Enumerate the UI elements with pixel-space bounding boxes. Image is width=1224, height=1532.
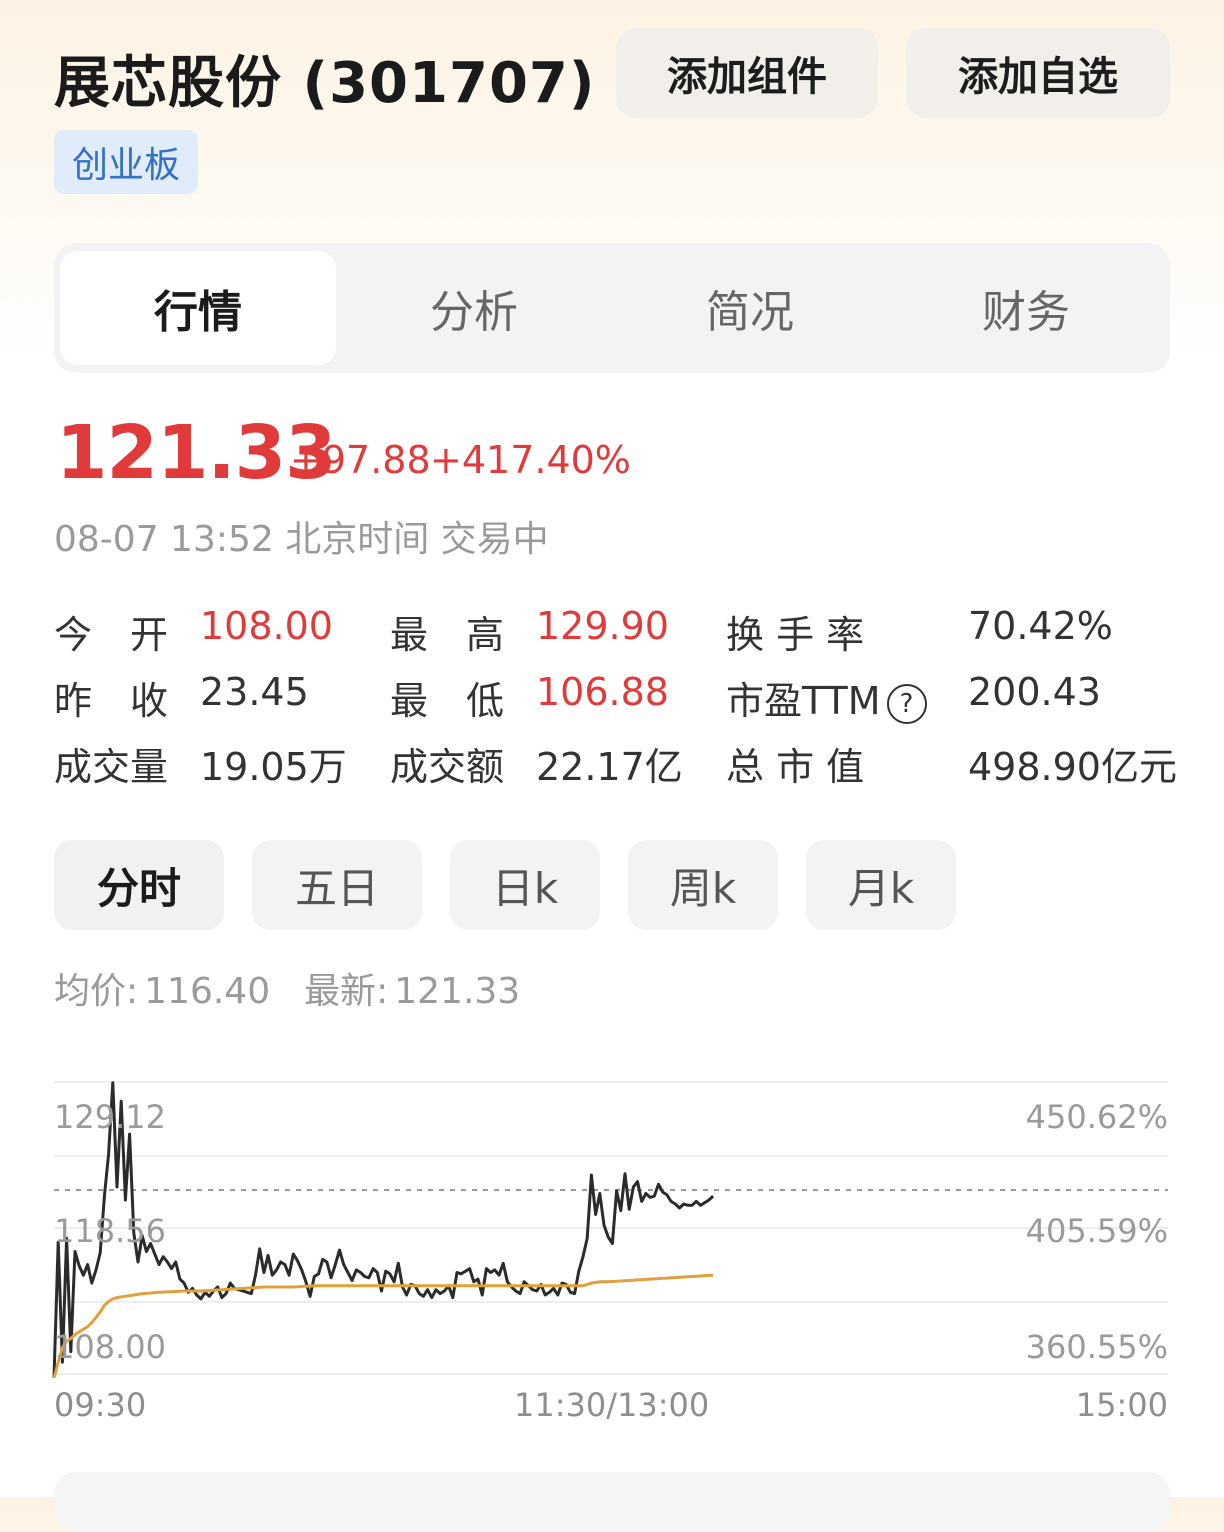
pe-ttm-text: 市盈TTM <box>726 679 881 723</box>
period-tab-monthly-k[interactable]: 月k <box>806 840 956 930</box>
add-watchlist-button[interactable]: 添加自选 <box>906 28 1170 118</box>
period-tab-five-day[interactable]: 五日 <box>252 840 422 930</box>
high-value: 129.90 <box>536 604 669 648</box>
open-value: 108.00 <box>200 604 333 648</box>
turnover-label: 换 手 率 <box>726 613 865 657</box>
tab-quote[interactable]: 行情 <box>60 251 336 365</box>
y-right-tick-top: 450.62% <box>1025 1098 1168 1136</box>
turnover-value: 70.42% <box>968 604 1113 648</box>
period-tab-intraday[interactable]: 分时 <box>54 840 224 930</box>
tab-profile[interactable]: 简况 <box>612 251 888 365</box>
period-tab-daily-k[interactable]: 日k <box>450 840 600 930</box>
y-left-tick-top: 129.12 <box>54 1098 166 1136</box>
avg-price-value: 116.40 <box>144 971 271 1012</box>
volume-value: 19.05万 <box>200 745 347 789</box>
amount-label: 成交额 <box>390 745 505 789</box>
price-change: +97.88 <box>290 438 431 482</box>
tab-finance[interactable]: 财务 <box>888 251 1164 365</box>
pe-ttm-label: 市盈TTM? <box>726 670 927 725</box>
main-tabs: 行情 分析 简况 财务 <box>54 243 1170 373</box>
price-change-percent: +417.40% <box>430 438 631 482</box>
y-left-tick-bottom: 108.00 <box>54 1328 166 1366</box>
x-tick-close: 15:00 <box>1075 1386 1168 1424</box>
y-right-tick-mid: 405.59% <box>1025 1212 1168 1250</box>
y-right-tick-bottom: 360.55% <box>1025 1328 1168 1366</box>
help-icon[interactable]: ? <box>886 683 927 724</box>
amount-value: 22.17亿 <box>536 745 683 789</box>
open-label: 今 开 <box>54 613 169 657</box>
high-label: 最 高 <box>390 613 505 657</box>
latest-price-value: 121.33 <box>394 971 521 1012</box>
avg-price-label: 均价: <box>54 971 139 1012</box>
prev-close-label: 昨 收 <box>54 679 169 723</box>
volume-label: 成交量 <box>54 745 169 789</box>
latest-price-label: 最新: <box>304 971 389 1012</box>
market-cap-label: 总 市 值 <box>726 745 865 789</box>
y-left-tick-mid: 118.56 <box>54 1212 166 1250</box>
x-tick-open: 09:30 <box>54 1386 147 1424</box>
tab-analysis[interactable]: 分析 <box>336 251 612 365</box>
market-cap-value: 498.90亿元 <box>968 745 1177 789</box>
stock-title: 展芯股份 (301707) <box>54 51 596 116</box>
x-tick-midday: 11:30/13:00 <box>514 1386 710 1424</box>
low-label: 最 低 <box>390 679 505 723</box>
add-widget-button[interactable]: 添加组件 <box>616 28 878 118</box>
trading-status: 08-07 13:52 北京时间 交易中 <box>54 519 549 560</box>
low-value: 106.88 <box>536 670 669 714</box>
pe-ttm-value: 200.43 <box>968 670 1101 714</box>
market-badge: 创业板 <box>54 130 198 194</box>
prev-close-value: 23.45 <box>200 670 309 714</box>
chart-legend: 均价: 116.40 最新: 121.33 <box>54 962 526 1014</box>
period-tab-weekly-k[interactable]: 周k <box>628 840 778 930</box>
next-section-card <box>54 1472 1170 1532</box>
